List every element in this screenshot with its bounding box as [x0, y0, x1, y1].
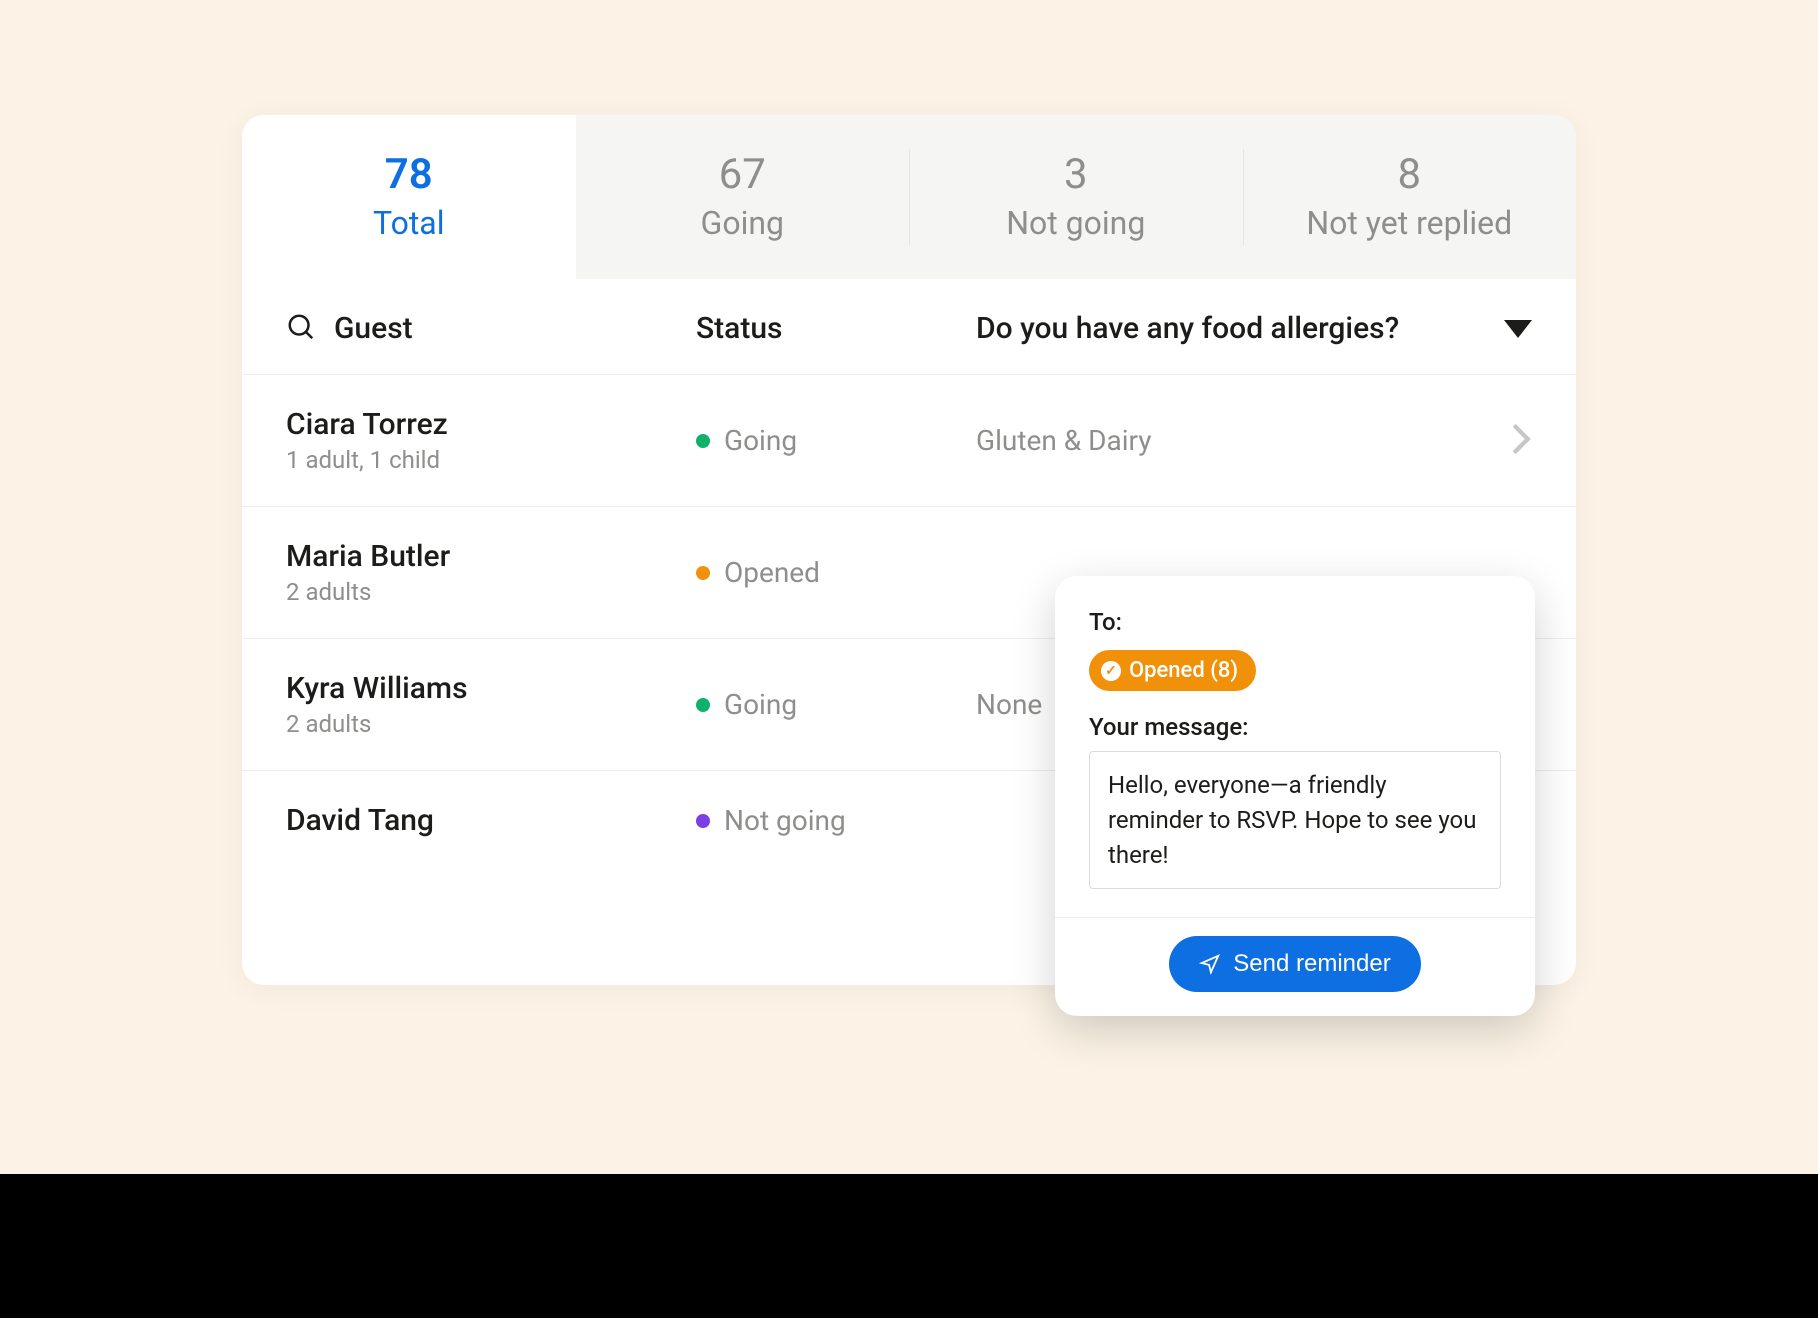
status-text: Not going [724, 804, 846, 837]
column-status-label: Status [696, 311, 782, 346]
answer-text: Gluten & Dairy [976, 424, 1152, 457]
to-label: To: [1089, 608, 1501, 636]
status-text: Opened [724, 556, 820, 589]
guest-detail: 2 adults [286, 710, 696, 738]
send-icon [1199, 953, 1221, 975]
status-dot [696, 434, 710, 448]
tab-not-replied-count: 8 [1397, 152, 1421, 198]
column-guest-label: Guest [334, 311, 413, 346]
status-dot [696, 814, 710, 828]
recipient-chip-label: Opened (8) [1129, 658, 1238, 683]
page-background: 78 Total 67 Going 3 Not going 8 Not yet … [0, 0, 1818, 1174]
tab-not-going[interactable]: 3 Not going [909, 115, 1243, 279]
guest-name: Ciara Torrez [286, 407, 696, 442]
tab-going-label: Going [701, 204, 784, 242]
guest-name: Maria Butler [286, 539, 696, 574]
column-question-label: Do you have any food allergies? [976, 311, 1399, 346]
guest-name: David Tang [286, 803, 696, 838]
guest-row[interactable]: Ciara Torrez 1 adult, 1 child Going Glut… [242, 375, 1576, 507]
tab-total[interactable]: 78 Total [242, 115, 576, 279]
send-button-label: Send reminder [1233, 950, 1390, 978]
answer-text: None [976, 688, 1042, 721]
guest-detail: 2 adults [286, 578, 696, 606]
search-icon[interactable] [286, 312, 316, 346]
send-reminder-panel: To: ✓ Opened (8) Your message: Hello, ev… [1055, 576, 1535, 1016]
tab-not-going-count: 3 [1064, 152, 1088, 198]
check-icon: ✓ [1101, 661, 1121, 681]
guest-name: Kyra Williams [286, 671, 696, 706]
chevron-down-icon [1504, 320, 1532, 338]
tab-going[interactable]: 67 Going [576, 115, 910, 279]
status-dot [696, 566, 710, 580]
summary-tabs: 78 Total 67 Going 3 Not going 8 Not yet … [242, 115, 1576, 279]
column-question-dropdown[interactable]: Do you have any food allergies? [976, 311, 1532, 346]
message-label: Your message: [1089, 713, 1501, 741]
send-reminder-button[interactable]: Send reminder [1169, 936, 1420, 992]
tab-total-label: Total [373, 204, 444, 242]
tab-not-replied-label: Not yet replied [1306, 204, 1512, 242]
chevron-right-icon [1510, 422, 1532, 460]
tab-total-count: 78 [385, 152, 433, 198]
recipient-chip[interactable]: ✓ Opened (8) [1089, 650, 1256, 691]
tab-not-going-label: Not going [1006, 204, 1145, 242]
tab-not-replied[interactable]: 8 Not yet replied [1243, 115, 1577, 279]
status-text: Going [724, 688, 797, 721]
status-text: Going [724, 424, 797, 457]
guest-detail: 1 adult, 1 child [286, 446, 696, 474]
message-input[interactable]: Hello, everyone—a friendly reminder to R… [1089, 751, 1501, 889]
tab-going-count: 67 [719, 152, 766, 198]
column-header-row: Guest Status Do you have any food allerg… [242, 279, 1576, 375]
status-dot [696, 698, 710, 712]
